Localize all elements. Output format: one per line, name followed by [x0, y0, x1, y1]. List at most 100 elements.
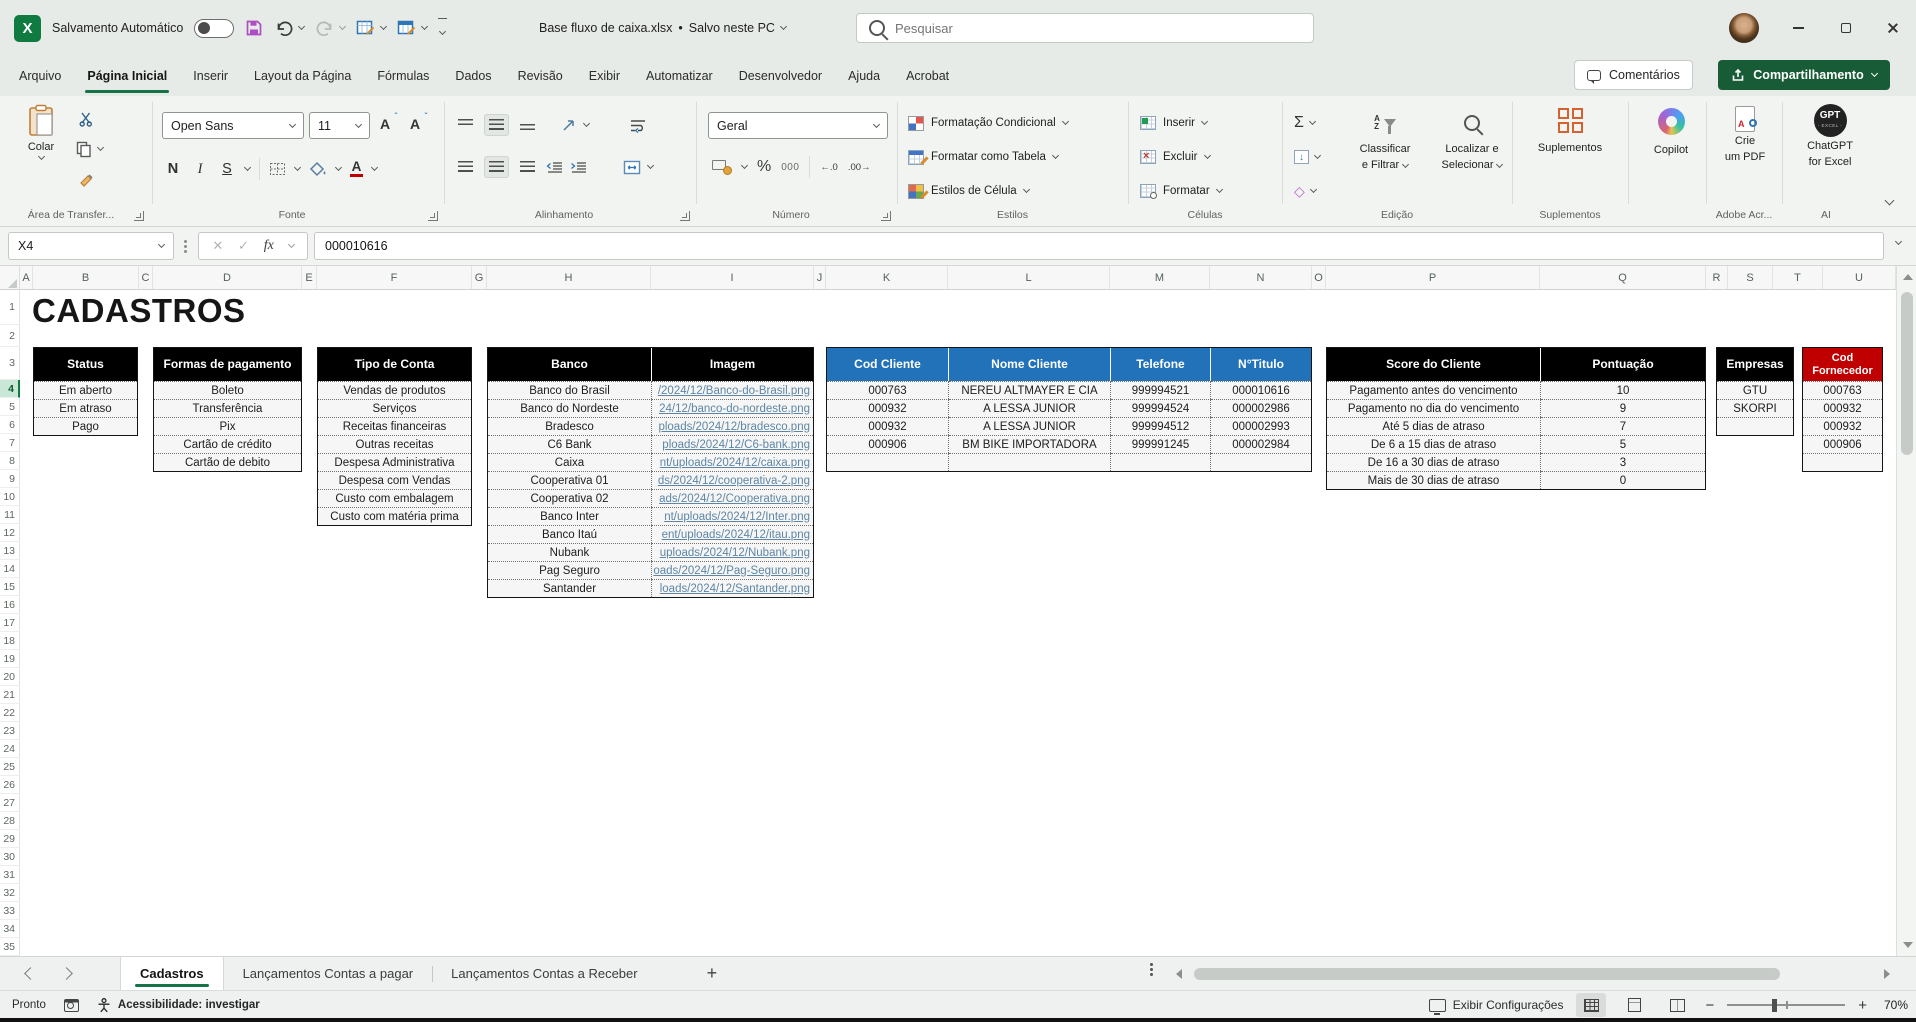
macro-record-icon[interactable]: [64, 999, 79, 1012]
menu-tab[interactable]: Inserir: [180, 56, 241, 96]
row-header[interactable]: 33: [0, 902, 20, 920]
menu-tab[interactable]: Desenvolvedor: [726, 56, 835, 96]
scroll-left-icon[interactable]: [1176, 969, 1182, 979]
cell[interactable]: 000932: [1803, 417, 1882, 435]
align-top-button[interactable]: [454, 115, 477, 135]
sheet-tab[interactable]: Lançamentos Contas a pagar: [224, 957, 433, 990]
column-header[interactable]: A: [20, 266, 33, 289]
menu-tab[interactable]: Automatizar: [633, 56, 726, 96]
cell[interactable]: ads/2024/12/Cooperativa.png: [652, 489, 813, 507]
column-header[interactable]: B: [33, 266, 139, 289]
table-header-cell[interactable]: Score do Cliente: [1327, 348, 1541, 381]
horizontal-scroll-thumb[interactable]: [1194, 968, 1780, 980]
column-header[interactable]: N: [1210, 266, 1312, 289]
display-settings-button[interactable]: Exibir Configurações: [1429, 998, 1564, 1012]
cell[interactable]: C6 Bank: [488, 435, 652, 453]
name-box[interactable]: X4: [8, 232, 174, 260]
conditional-formatting-button[interactable]: Formatação Condicional: [908, 108, 1068, 138]
decrease-decimal-icon[interactable]: .00→: [848, 162, 871, 173]
cell[interactable]: nt/uploads/2024/12/caixa.png: [652, 453, 813, 471]
increase-font-size-button[interactable]: Aˆ: [380, 116, 390, 132]
column-header[interactable]: O: [1312, 266, 1326, 289]
cell[interactable]: Cooperativa 01: [488, 471, 652, 489]
prev-sheet-icon[interactable]: [24, 967, 37, 980]
function-chevron-icon[interactable]: [288, 241, 295, 248]
insert-cells-button[interactable]: Inserir: [1140, 108, 1207, 138]
row-header[interactable]: 11: [0, 506, 20, 524]
cell[interactable]: 999994521: [1111, 381, 1211, 399]
column-header[interactable]: H: [487, 266, 651, 289]
paste-button[interactable]: Colar: [12, 104, 70, 159]
wrap-text-button[interactable]: [629, 118, 647, 133]
column-header[interactable]: L: [948, 266, 1110, 289]
autosave-toggle[interactable]: [194, 19, 234, 38]
column-header[interactable]: J: [814, 266, 826, 289]
search-input[interactable]: [895, 21, 1301, 36]
cell[interactable]: BM BIKE IMPORTADORA: [949, 435, 1111, 453]
cell[interactable]: 000763: [1803, 381, 1882, 399]
row-header[interactable]: 12: [0, 524, 20, 542]
cell-styles-button[interactable]: Estilos de Célula: [908, 176, 1029, 206]
column-header[interactable]: P: [1326, 266, 1540, 289]
cell[interactable]: [1111, 453, 1211, 471]
autosum-button[interactable]: Σ: [1294, 108, 1315, 138]
merge-center-button[interactable]: [623, 160, 641, 175]
next-sheet-icon[interactable]: [60, 967, 73, 980]
row-header[interactable]: 3: [0, 347, 20, 380]
column-header[interactable]: G: [472, 266, 487, 289]
copy-chevron-icon[interactable]: [97, 144, 104, 151]
create-pdf-button[interactable]: A Crie um PDF: [1714, 106, 1776, 164]
normal-view-button[interactable]: [1576, 993, 1606, 1017]
search-box[interactable]: [856, 13, 1314, 43]
column-header[interactable]: D: [153, 266, 302, 289]
table-header-cell[interactable]: Nome Cliente: [949, 348, 1111, 381]
cell[interactable]: 24/12/banco-do-nordeste.png: [652, 399, 813, 417]
cell[interactable]: Mais de 30 dias de atraso: [1327, 471, 1541, 489]
cell[interactable]: 000010616: [1211, 381, 1311, 399]
row-header[interactable]: 35: [0, 938, 20, 956]
cell[interactable]: GTU: [1717, 381, 1793, 399]
row-header[interactable]: 24: [0, 740, 20, 758]
cell[interactable]: Pagamento antes do vencimento: [1327, 381, 1541, 399]
expand-formula-bar-icon[interactable]: [1895, 238, 1902, 245]
scroll-right-icon[interactable]: [1884, 969, 1890, 979]
row-header[interactable]: 7: [0, 434, 20, 452]
customize-quick-access-icon[interactable]: [438, 18, 447, 39]
cell[interactable]: Custo com embalagem: [318, 489, 471, 507]
cell[interactable]: ent/uploads/2024/12/itau.png: [652, 525, 813, 543]
formula-bar-drag-handle[interactable]: [184, 240, 187, 243]
row-header[interactable]: 27: [0, 794, 20, 812]
font-color-chevron-icon[interactable]: [371, 164, 378, 171]
cell[interactable]: Em aberto: [34, 381, 137, 399]
cell[interactable]: De 6 a 15 dias de atraso: [1327, 435, 1541, 453]
align-right-button[interactable]: [516, 157, 539, 177]
cell[interactable]: Vendas de produtos: [318, 381, 471, 399]
row-header[interactable]: 22: [0, 704, 20, 722]
fill-button[interactable]: ↓: [1294, 142, 1320, 172]
cell[interactable]: 7: [1541, 417, 1705, 435]
user-avatar[interactable]: [1729, 13, 1759, 43]
row-header[interactable]: 16: [0, 596, 20, 614]
cell[interactable]: uploads/2024/12/Nubank.png: [652, 543, 813, 561]
cell[interactable]: 000906: [827, 435, 949, 453]
cell[interactable]: A LESSA JUNIOR: [949, 417, 1111, 435]
cell[interactable]: [827, 453, 949, 471]
cell[interactable]: 9: [1541, 399, 1705, 417]
cell[interactable]: De 16 a 30 dias de atraso: [1327, 453, 1541, 471]
row-header[interactable]: 32: [0, 884, 20, 902]
cell[interactable]: 000932: [827, 417, 949, 435]
quick-table-style-icon[interactable]: [356, 19, 376, 37]
cell[interactable]: Nubank: [488, 543, 652, 561]
align-left-button[interactable]: [454, 157, 477, 177]
cell[interactable]: Pago: [34, 417, 137, 435]
row-header[interactable]: 25: [0, 758, 20, 776]
cell[interactable]: Banco Inter: [488, 507, 652, 525]
borders-chevron-icon[interactable]: [294, 164, 301, 171]
table-header-cell[interactable]: Status: [34, 348, 137, 381]
row-header[interactable]: 31: [0, 866, 20, 884]
decrease-indent-button[interactable]: [546, 161, 563, 174]
cell[interactable]: 999994512: [1111, 417, 1211, 435]
accounting-chevron-icon[interactable]: [741, 162, 748, 169]
cell[interactable]: 000906: [1803, 435, 1882, 453]
cell[interactable]: 0: [1541, 471, 1705, 489]
